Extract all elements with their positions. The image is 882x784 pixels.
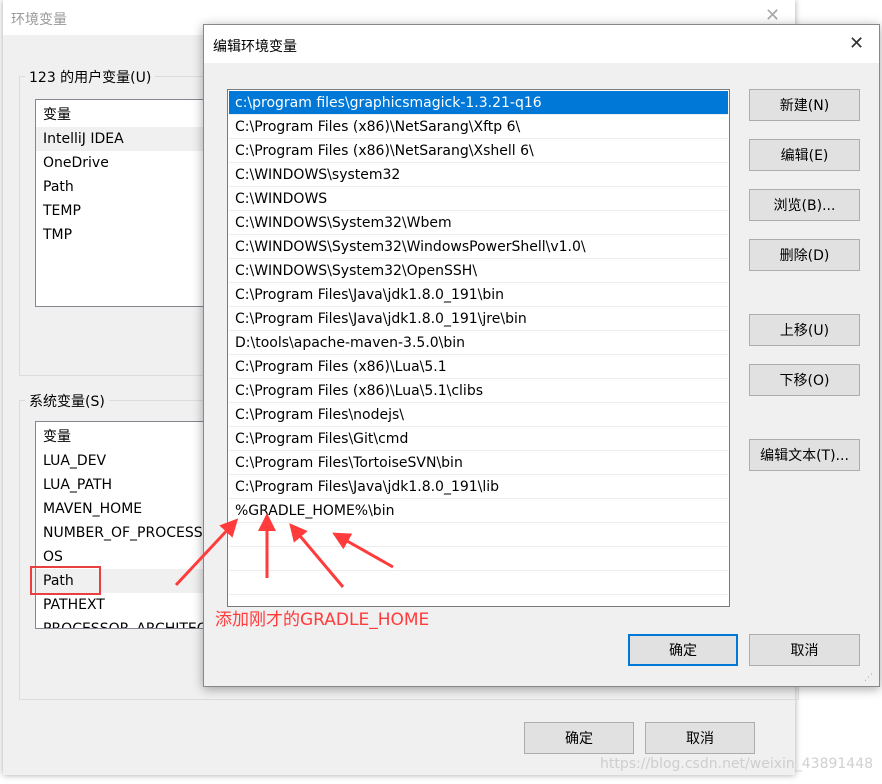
- arrow-icon: [174, 518, 239, 587]
- arrow-icon: [332, 532, 394, 569]
- watermark: https://blog.csdn.net/weixin_43891448: [600, 756, 874, 772]
- annotation-text: 添加刚才的GRADLE_HOME: [215, 610, 430, 630]
- annotation-arrows: [174, 513, 394, 588]
- arrow-icon: [289, 523, 345, 588]
